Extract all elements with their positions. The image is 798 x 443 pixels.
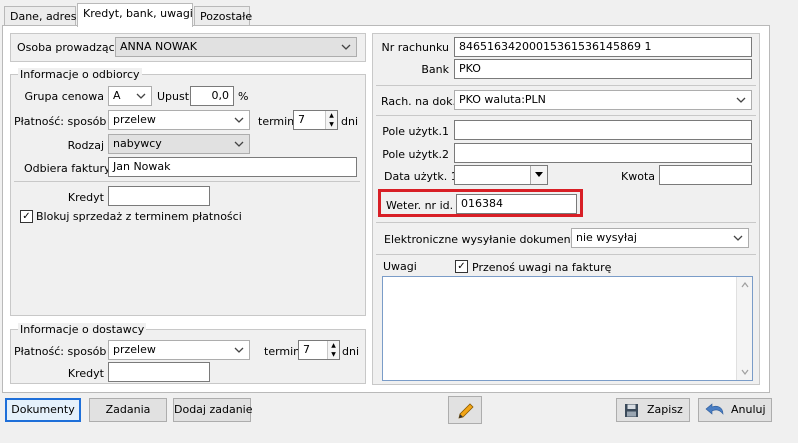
tasks-button[interactable]: Zadania: [89, 398, 167, 422]
payment-value: przelew: [113, 113, 156, 126]
documents-button[interactable]: Dokumenty: [5, 398, 81, 422]
type-select[interactable]: nabywcy: [108, 134, 250, 154]
bank-input[interactable]: PKO: [454, 59, 752, 79]
credit-label: Kredyt: [67, 191, 104, 204]
user-field1-input[interactable]: [454, 120, 752, 140]
payment-select[interactable]: przelew: [108, 110, 250, 130]
payment-label: Płatność: sposób: [14, 115, 107, 128]
notes-textarea[interactable]: [382, 276, 753, 381]
edoc-label: Elektroniczne wysyłanie dokumentów: [384, 233, 591, 246]
type-value: nabywcy: [113, 137, 162, 150]
edoc-select[interactable]: nie wysyłaj: [571, 228, 749, 248]
tab-label: Dane, adres: [10, 10, 77, 23]
supplier-credit-input[interactable]: [108, 362, 210, 382]
term-label: termin: [258, 115, 295, 128]
seller-label: Osoba prowadząca: [17, 41, 122, 54]
term-stepper[interactable]: 7 ▲ ▼: [293, 110, 338, 130]
floppy-disk-icon: [625, 404, 638, 417]
spin-arrows-icon[interactable]: ▲ ▼: [327, 341, 339, 359]
user-field2-label: Pole użytk.2: [382, 148, 449, 161]
divider: [376, 115, 756, 116]
supplier-credit-label: Kredyt: [67, 367, 104, 380]
undo-arrow-icon: [705, 403, 724, 415]
pencil-icon: [458, 403, 474, 419]
block-sale-checkbox[interactable]: ✓: [20, 210, 33, 223]
scroll-up-icon[interactable]: [741, 282, 749, 288]
acc-on-doc-select[interactable]: PKO waluta:PLN: [454, 90, 752, 110]
triangle-down-icon: [535, 172, 543, 177]
bank-label: Bank: [421, 63, 449, 76]
divider: [376, 85, 756, 86]
price-group-value: A: [113, 89, 121, 102]
supplier-group-legend: Informacje o dostawcy: [18, 323, 147, 336]
add-task-button-label: Dodaj zadanie: [174, 403, 253, 416]
account-input[interactable]: 84651634200015361536145869 1: [454, 37, 752, 57]
notes-label: Uwagi: [383, 260, 417, 273]
divider: [376, 222, 756, 223]
user-field2-input[interactable]: [454, 143, 752, 163]
tab-kredyt-bank-uwagi[interactable]: Kredyt, bank, uwagi: [77, 3, 193, 27]
discount-input[interactable]: 0,0: [190, 86, 234, 106]
tab-label: Kredyt, bank, uwagi: [83, 7, 193, 20]
vet-id-highlight: [378, 189, 583, 217]
cancel-button[interactable]: Anuluj: [698, 398, 772, 422]
supplier-payment-select[interactable]: przelew: [108, 340, 250, 360]
tasks-button-label: Zadania: [105, 403, 151, 416]
supplier-term-label: termin: [264, 345, 301, 358]
chevron-down-icon: [341, 44, 351, 50]
chevron-down-icon: [733, 235, 743, 241]
divider: [14, 181, 360, 182]
add-task-button[interactable]: Dodaj zadanie: [173, 398, 253, 422]
credit-input[interactable]: [108, 186, 210, 206]
seller-value: ANNA NOWAK: [120, 40, 197, 53]
acc-on-doc-label: Rach. na dok.: [381, 95, 456, 108]
transfer-notes-label: Przenoś uwagi na fakturę: [472, 261, 612, 274]
seller-select[interactable]: ANNA NOWAK: [115, 37, 357, 57]
price-group-label: Grupa cenowa: [24, 90, 105, 103]
user-field1-label: Pole użytk.1: [382, 125, 449, 138]
supplier-term-value: 7: [303, 343, 310, 356]
amount-label: Kwota: [621, 170, 655, 183]
notes-scrollbar[interactable]: [736, 277, 752, 380]
percent-sign: %: [238, 90, 249, 103]
chevron-down-icon: [234, 141, 244, 147]
type-label: Rodzaj: [67, 139, 104, 152]
chevron-down-icon: [234, 117, 244, 123]
receiver-label: Odbiera faktury: [24, 162, 111, 175]
amount-input[interactable]: [659, 165, 752, 185]
receiver-input[interactable]: Jan Nowak: [108, 157, 357, 177]
discount-label: Upust: [157, 90, 190, 103]
term-value: 7: [298, 113, 305, 126]
date-dropdown-button[interactable]: [530, 166, 547, 184]
chevron-down-icon: [234, 347, 244, 353]
chevron-down-icon: [736, 97, 746, 103]
transfer-notes-checkbox[interactable]: ✓: [455, 260, 468, 273]
save-button-label: Zapisz: [647, 403, 683, 416]
divider: [376, 254, 756, 255]
tab-dane-adres[interactable]: Dane, adres: [4, 6, 76, 26]
tab-label: Pozostałe: [200, 10, 253, 23]
edit-button[interactable]: [448, 396, 482, 424]
user-date-label: Data użytk. 1: [384, 170, 458, 183]
days-label: dni: [341, 115, 359, 128]
edoc-value: nie wysyłaj: [576, 231, 637, 244]
spin-arrows-icon[interactable]: ▲ ▼: [325, 111, 337, 129]
supplier-payment-label: Płatność: sposób: [14, 345, 107, 358]
block-sale-label: Blokuj sprzedaż z terminem płatności: [36, 210, 242, 223]
supplier-payment-value: przelew: [113, 343, 156, 356]
checkmark-icon: ✓: [22, 211, 31, 222]
price-group-select[interactable]: A: [108, 86, 152, 106]
scroll-down-icon[interactable]: [741, 369, 749, 375]
tab-pozostale[interactable]: Pozostałe: [194, 6, 253, 26]
recipient-group-legend: Informacje o odbiorcy: [18, 68, 142, 81]
supplier-term-stepper[interactable]: 7 ▲ ▼: [298, 340, 340, 360]
supplier-days-label: dni: [342, 345, 360, 358]
checkmark-icon: ✓: [457, 261, 466, 272]
documents-button-label: Dokumenty: [11, 403, 75, 416]
acc-on-doc-value: PKO waluta:PLN: [459, 93, 546, 106]
save-button[interactable]: Zapisz: [616, 398, 690, 422]
chevron-down-icon: [136, 93, 146, 99]
account-label: Nr rachunku: [381, 41, 449, 54]
cancel-button-label: Anuluj: [731, 403, 766, 416]
